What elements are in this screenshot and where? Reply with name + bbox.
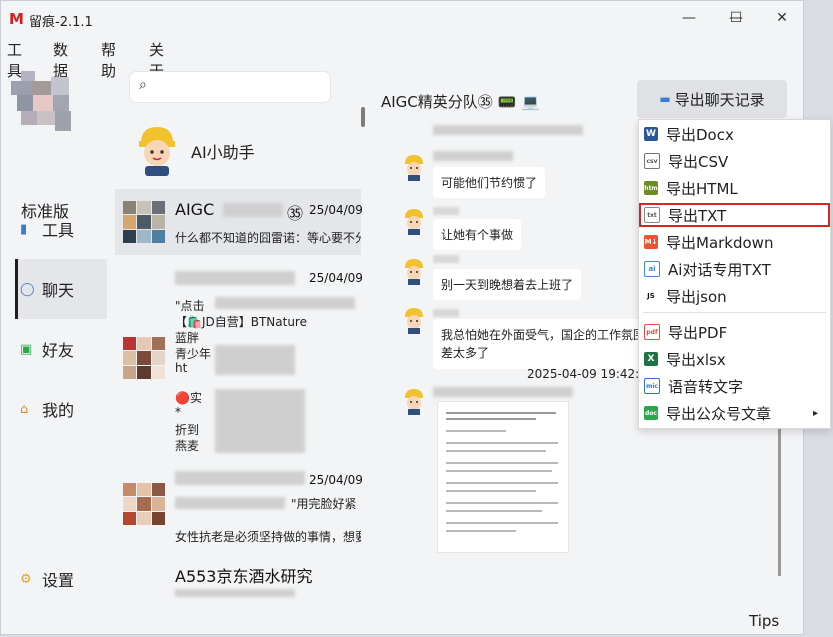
sidebar-item-label: 我的 — [42, 401, 75, 420]
preview-name: "用完脸好紧 — [291, 497, 357, 511]
folder-icon: ▬ — [659, 92, 671, 106]
chat-title: AIGC精英分队㉟ 📟 💻 — [381, 93, 540, 111]
tips-link[interactable]: Tips — [749, 612, 779, 630]
conversation-name-badge: ㉟ — [287, 204, 304, 223]
sidebar-item-tools[interactable]: ▮ 工具 — [15, 199, 107, 259]
speech-to-text-item[interactable]: mic 语音转文字 — [639, 374, 830, 398]
active-indicator — [15, 259, 18, 319]
conversation-item[interactable]: AIGC ㉟ 25/04/09 什么都不知道的囧雷诺：等心要不分享 — [115, 189, 363, 255]
search-input[interactable]: ⌕ — [129, 71, 331, 103]
conversation-date: 25/04/09 — [309, 473, 363, 487]
ai-assistant-entry[interactable]: AI小助手 — [129, 121, 339, 183]
ai-file-icon: ai — [644, 261, 660, 277]
user-avatar[interactable] — [11, 71, 71, 135]
export-pdf-item[interactable]: pdf 导出PDF — [639, 320, 830, 344]
conversation-item[interactable]: A553京东酒水研究 — [115, 555, 361, 605]
markdown-icon: M↓ — [644, 235, 658, 249]
article-icon: doc — [644, 406, 658, 420]
excel-icon: X — [644, 352, 658, 366]
sender-name — [433, 309, 459, 317]
gear-icon: ⚙ — [20, 571, 32, 587]
export-menu: W 导出Docx csv 导出CSV htm 导出HTML txt 导出TXT … — [638, 119, 831, 429]
conversation-date: 25/04/09 — [309, 203, 363, 217]
tools-icon: ▮ — [20, 221, 28, 237]
conversation-preview: 什么都不知道的囧雷诺：等心要不分享 — [175, 231, 361, 245]
export-json-item[interactable]: JS 导出json — [639, 284, 830, 308]
sender-name — [433, 207, 459, 215]
assistant-avatar — [139, 127, 175, 176]
sender-avatar — [405, 209, 423, 235]
assistant-label: AI小助手 — [191, 143, 255, 162]
sender-name — [433, 255, 459, 263]
export-csv-item[interactable]: csv 导出CSV — [639, 149, 830, 173]
message-timestamp: 2025-04-09 19:42:02 — [527, 367, 655, 381]
html-file-icon: htm — [644, 181, 658, 195]
export-xlsx-item[interactable]: X 导出xlsx — [639, 347, 830, 371]
group-avatar — [123, 337, 165, 379]
minimize-window-button[interactable]: — — [666, 3, 712, 33]
sidebar-item-label: 设置 — [42, 571, 75, 590]
word-icon: W — [644, 127, 658, 141]
conversation-item[interactable]: 25/04/09 "用完脸好紧 女性抗老是必须坚持做的事情，想要脸 — [115, 469, 363, 549]
export-chat-button[interactable]: ▬ 导出聊天记录 — [637, 80, 787, 118]
sender-avatar — [405, 259, 423, 285]
txt-file-icon: txt — [644, 207, 660, 223]
microphone-icon: mic — [644, 378, 660, 394]
contacts-icon: ▣ — [20, 341, 33, 357]
export-docx-item[interactable]: W 导出Docx — [639, 122, 830, 146]
menu-separator — [643, 312, 826, 313]
app-logo-icon: M — [9, 10, 24, 28]
chat-icon: ◯ — [20, 281, 35, 297]
message-line: 差太多了 — [441, 346, 490, 360]
conversation-name: AIGC — [175, 200, 215, 219]
conversation-date: 25/04/09 — [309, 271, 363, 285]
csv-file-icon: csv — [644, 153, 660, 169]
group-avatar — [123, 201, 165, 243]
export-article-item[interactable]: doc 导出公众号文章 ▸ — [639, 401, 830, 425]
export-markdown-item[interactable]: M↓ 导出Markdown — [639, 230, 830, 254]
sidebar-item-settings[interactable]: ⚙ 设置 — [15, 549, 107, 609]
maximize-button[interactable]: ☐ — [713, 3, 759, 33]
message-bubble: 别一天到晚想着去上班了 — [433, 269, 582, 300]
group-avatar — [123, 483, 165, 525]
pdf-file-icon: pdf — [644, 324, 660, 340]
conversation-item[interactable]: 25/04/09 "点击 【🛍️JD自营】BTNature 蓝胖 青少年 ht … — [115, 257, 363, 467]
home-icon: ⌂ — [20, 401, 29, 417]
window-title: 留痕-2.1.1 — [29, 15, 93, 30]
sidebar: 标准版 ▮ 工具 ◯ 聊天 ▣ 好友 ⌂ 我的 ⚙ 设置 — [1, 61, 108, 634]
json-icon: JS — [644, 289, 658, 303]
submenu-arrow-icon: ▸ — [812, 407, 818, 419]
preview-line: 蓝胖 — [175, 331, 200, 345]
conversation-preview: 女性抗老是必须坚持做的事情，想要脸 — [175, 530, 361, 544]
conversation-name: A553京东酒水研究 — [175, 567, 313, 586]
sender-avatar — [405, 389, 423, 415]
sidebar-item-mine[interactable]: ⌂ 我的 — [15, 379, 107, 439]
sender-avatar — [405, 308, 423, 334]
sidebar-item-label: 好友 — [42, 341, 75, 360]
sidebar-item-label: 工具 — [42, 221, 75, 240]
close-button[interactable]: ✕ — [759, 3, 803, 33]
sender-avatar — [405, 155, 423, 181]
sidebar-item-contacts[interactable]: ▣ 好友 — [15, 319, 107, 379]
image-attachment[interactable] — [437, 401, 569, 553]
message-line: 我总怕她在外面受气，国企的工作氛围 — [441, 328, 646, 342]
message-bubble: 我总怕她在外面受气，国企的工作氛围 差太多了 — [433, 319, 654, 369]
export-ai-txt-item[interactable]: ai Ai对话专用TXT — [639, 257, 830, 281]
export-txt-item[interactable]: txt 导出TXT — [639, 203, 830, 227]
sidebar-item-chat[interactable]: ◯ 聊天 — [15, 259, 107, 319]
list-scrollbar[interactable] — [361, 107, 365, 127]
conversation-list: ⌕ AI小助手 AIGC ㉟ 25/04/09 什么都不知道的囧雷诺：等心要不分… — [115, 61, 367, 634]
message-bubble: 让她有个事做 — [433, 219, 522, 250]
export-html-item[interactable]: htm 导出HTML — [639, 176, 830, 200]
message-bubble: 可能他们节约惯了 — [433, 167, 546, 198]
sidebar-item-label: 聊天 — [42, 281, 75, 300]
search-icon: ⌕ — [139, 77, 147, 93]
preview-line: 【🛍️JD自营】BTNature — [175, 315, 307, 329]
